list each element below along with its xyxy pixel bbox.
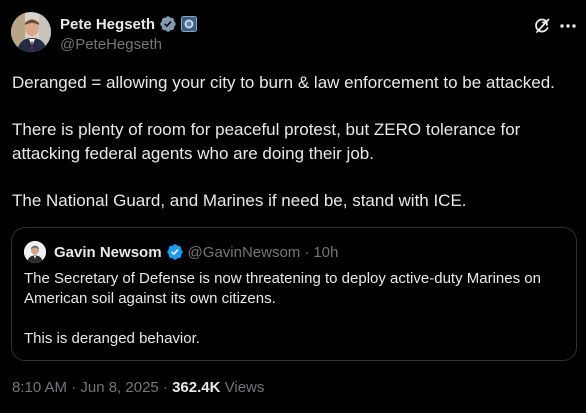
quoted-verified-icon[interactable] (166, 243, 184, 261)
quoted-tweet[interactable]: Gavin Newsom @GavinNewsom · 10h The Secr… (11, 227, 577, 361)
views-count: 362.4K (172, 379, 221, 396)
quoted-author-avatar[interactable] (24, 241, 46, 263)
author-handle[interactable]: @PeteHegseth (60, 36, 197, 53)
tweet-paragraph: There is plenty of room for peaceful pro… (12, 118, 578, 165)
quoted-author-name[interactable]: Gavin Newsom (54, 244, 162, 261)
tweet-paragraph: Deranged = allowing your city to burn & … (12, 73, 555, 92)
verified-icon[interactable] (159, 15, 177, 33)
more-icon[interactable] (558, 16, 578, 36)
tweet-paragraph-line: There is plenty of room for peaceful pro… (12, 120, 521, 139)
author-display-name[interactable]: Pete Hegseth (60, 16, 155, 33)
tweet-paragraph-line: attacking federal agents who are doing t… (12, 143, 374, 163)
quoted-tweet-paragraph: This is deranged behavior. (24, 330, 200, 347)
quoted-tweet-header: Gavin Newsom @GavinNewsom · 10h (24, 240, 338, 264)
author-name-row: Pete Hegseth (60, 14, 198, 34)
quoted-separator: · (304, 243, 310, 261)
tweet-meta: 8:10 AM · Jun 8, 2025 · 362.4K Views (12, 379, 264, 396)
tweet-text: Deranged = allowing your city to burn & … (12, 71, 578, 236)
tweet-timestamp[interactable]: 8:10 AM · Jun 8, 2025 · (12, 379, 172, 396)
grok-icon[interactable] (532, 16, 552, 36)
tweet-paragraph: The National Guard, and Marines if need … (12, 190, 467, 210)
author-info: Pete Hegseth @PeteHegseth (60, 14, 198, 53)
author-avatar[interactable] (11, 12, 51, 52)
quoted-timestamp[interactable]: 10h (313, 244, 338, 261)
quoted-tweet-text: The Secretary of Defense is now threaten… (24, 269, 569, 369)
views-label: Views (220, 379, 265, 396)
quoted-author-handle[interactable]: @GavinNewsom (188, 244, 301, 261)
tweet: Pete Hegseth @PeteHegseth Deranged = all… (0, 0, 586, 413)
quoted-tweet-paragraph: The Secretary of Defense is now threaten… (24, 270, 541, 307)
gov-badge-icon[interactable] (181, 16, 198, 32)
